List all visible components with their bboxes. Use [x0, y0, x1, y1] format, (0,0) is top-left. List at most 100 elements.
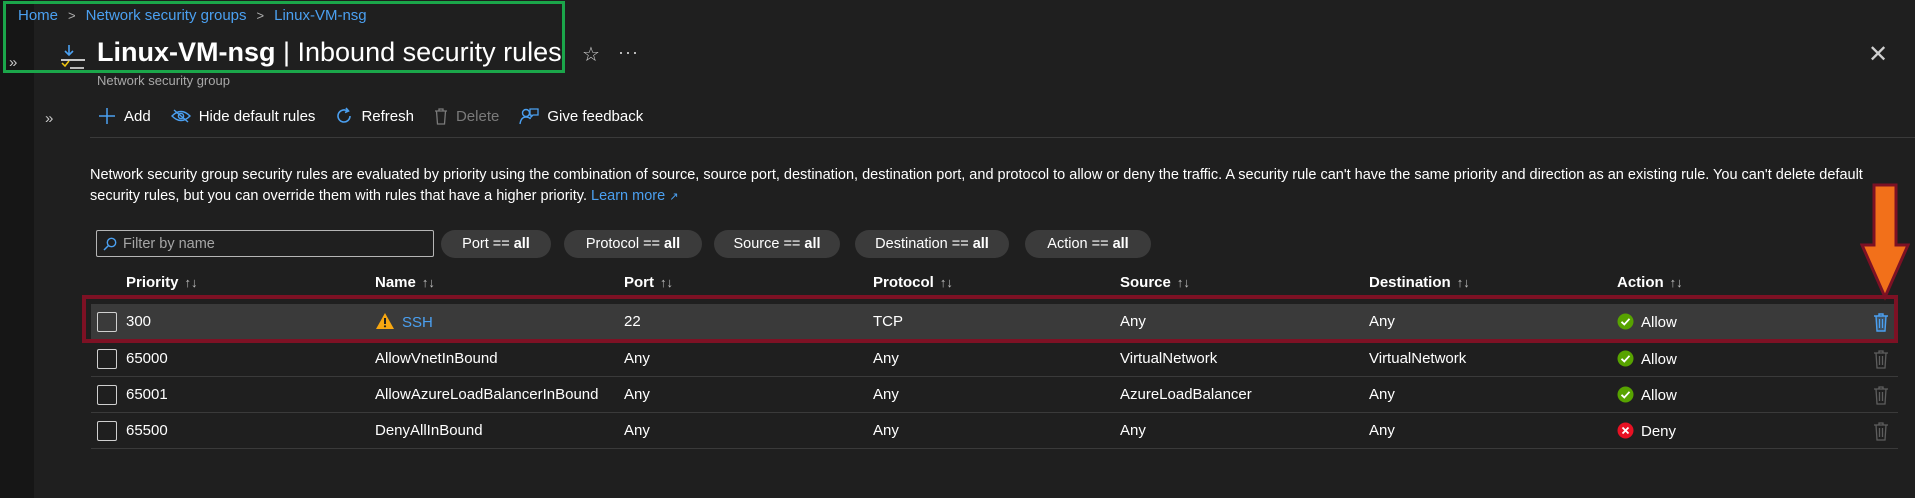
- action-label: Deny: [1641, 423, 1677, 440]
- trash-icon: [434, 108, 447, 125]
- filter-pill-protocol[interactable]: Protocol == all: [564, 230, 702, 258]
- delete-button[interactable]: Delete: [434, 107, 499, 125]
- page-subtitle: Network security group: [97, 73, 230, 88]
- trash-icon: [1874, 350, 1888, 369]
- action-label: Allow: [1641, 351, 1677, 368]
- pill-value: all: [804, 236, 821, 252]
- close-icon[interactable]: ✕: [1868, 40, 1888, 69]
- eye-hidden-icon: [170, 109, 191, 123]
- cell-source: Any: [1120, 422, 1146, 439]
- divider: [90, 137, 1915, 138]
- table-row[interactable]: 65001 AllowAzureLoadBalancerInBound Any …: [91, 377, 1898, 413]
- search-icon: [103, 237, 117, 251]
- cell-name: AllowVnetInBound: [375, 350, 498, 367]
- sort-icon: ↑↓: [660, 275, 673, 290]
- refresh-button[interactable]: Refresh: [335, 107, 414, 125]
- sort-icon: ↑↓: [939, 275, 953, 290]
- trash-icon: [1874, 386, 1888, 405]
- cell-protocol: Any: [873, 350, 899, 367]
- cell-destination: Any: [1369, 386, 1395, 403]
- left-nav-strip: »: [0, 0, 34, 498]
- cell-protocol: Any: [873, 422, 899, 439]
- cell-action: Allow: [1617, 386, 1677, 404]
- cell-priority: 65500: [126, 422, 168, 439]
- delete-label: Delete: [455, 107, 500, 125]
- cell-source: AzureLoadBalancer: [1120, 386, 1252, 403]
- refresh-label: Refresh: [361, 107, 414, 125]
- annotation-box-row: [82, 295, 1898, 343]
- trash-icon: [1874, 422, 1888, 441]
- check-circle-icon: [1617, 350, 1634, 367]
- cell-name: DenyAllInBound: [375, 422, 483, 439]
- cell-priority: 65000: [126, 350, 168, 367]
- cell-port: Any: [624, 422, 650, 439]
- cell-action: Deny: [1617, 422, 1676, 440]
- column-header-action[interactable]: Action ↑↓: [1617, 274, 1683, 291]
- cell-protocol: Any: [873, 386, 899, 403]
- filter-by-name-input[interactable]: [123, 235, 423, 252]
- pill-value: all: [972, 236, 989, 252]
- page-title: Linux-VM-nsg | Inbound security rules: [97, 37, 562, 68]
- pill-value: all: [513, 236, 530, 252]
- cell-priority: 65001: [126, 386, 168, 403]
- row-checkbox[interactable]: [97, 349, 117, 369]
- cell-action: Allow: [1617, 350, 1677, 368]
- column-header-source[interactable]: Source ↑↓: [1120, 274, 1190, 291]
- sort-icon: ↑↓: [184, 275, 198, 290]
- cell-destination: VirtualNetwork: [1369, 350, 1467, 367]
- table-row[interactable]: 65000 AllowVnetInBound Any Any VirtualNe…: [91, 341, 1898, 377]
- add-label: Add: [124, 107, 151, 125]
- give-feedback-button[interactable]: Give feedback: [519, 107, 643, 125]
- info-text: Network security group security rules ar…: [90, 167, 1863, 204]
- pill-label: Port ==: [462, 236, 510, 252]
- cell-name: AllowAzureLoadBalancerInBound: [375, 386, 599, 403]
- pill-value: all: [1112, 236, 1129, 252]
- expand-menu-icon[interactable]: »: [45, 110, 53, 127]
- page-section-title: | Inbound security rules: [275, 37, 562, 67]
- filter-pill-port[interactable]: Port == all: [441, 230, 551, 258]
- pill-label: Protocol ==: [585, 236, 661, 252]
- column-header-priority[interactable]: Priority ↑↓: [126, 274, 198, 291]
- sort-icon: ↑↓: [1176, 275, 1190, 290]
- action-label: Allow: [1641, 387, 1677, 404]
- hide-default-rules-button[interactable]: Hide default rules: [170, 107, 316, 125]
- filter-pill-source[interactable]: Source == all: [714, 230, 840, 258]
- more-icon[interactable]: ···: [618, 42, 639, 63]
- column-header-port[interactable]: Port ↑↓: [624, 274, 673, 291]
- resource-name: Linux-VM-nsg: [97, 37, 276, 67]
- row-checkbox[interactable]: [97, 421, 117, 441]
- info-description: Network security group security rules ar…: [90, 165, 1890, 208]
- sort-icon: ↑↓: [1456, 275, 1470, 290]
- cell-source: VirtualNetwork: [1120, 350, 1218, 367]
- feedback-icon: [519, 108, 539, 125]
- column-header-name[interactable]: Name ↑↓: [375, 274, 435, 291]
- annotation-arrow-down-icon: [1860, 183, 1910, 301]
- sort-icon: ↑↓: [421, 275, 435, 290]
- column-header-destination[interactable]: Destination ↑↓: [1369, 274, 1470, 291]
- row-checkbox[interactable]: [97, 385, 117, 405]
- pill-label: Source ==: [733, 236, 801, 252]
- cell-port: Any: [624, 386, 650, 403]
- cell-destination: Any: [1369, 422, 1395, 439]
- star-icon[interactable]: ☆: [582, 42, 600, 67]
- plus-icon: [99, 108, 115, 124]
- refresh-icon: [337, 107, 352, 123]
- learn-more-link[interactable]: Learn more ↗: [591, 188, 678, 204]
- pill-value: all: [664, 236, 681, 252]
- cell-port: Any: [624, 350, 650, 367]
- check-circle-icon: [1617, 386, 1634, 403]
- sort-icon: ↑↓: [1669, 275, 1683, 290]
- download-icon: [61, 45, 85, 69]
- hide-default-rules-label: Hide default rules: [198, 107, 316, 125]
- table-row[interactable]: 65500 DenyAllInBound Any Any Any Any Den…: [91, 413, 1898, 449]
- column-header-protocol[interactable]: Protocol ↑↓: [873, 274, 953, 291]
- filter-pill-action[interactable]: Action == all: [1025, 230, 1151, 258]
- add-button[interactable]: Add: [98, 107, 151, 125]
- filter-pill-destination[interactable]: Destination == all: [855, 230, 1009, 258]
- pill-label: Action ==: [1047, 236, 1109, 252]
- filter-by-name-field[interactable]: [96, 230, 434, 257]
- give-feedback-label: Give feedback: [547, 107, 644, 125]
- pill-label: Destination ==: [875, 236, 969, 252]
- error-circle-icon: [1617, 422, 1634, 439]
- external-link-icon: ↗: [669, 191, 679, 203]
